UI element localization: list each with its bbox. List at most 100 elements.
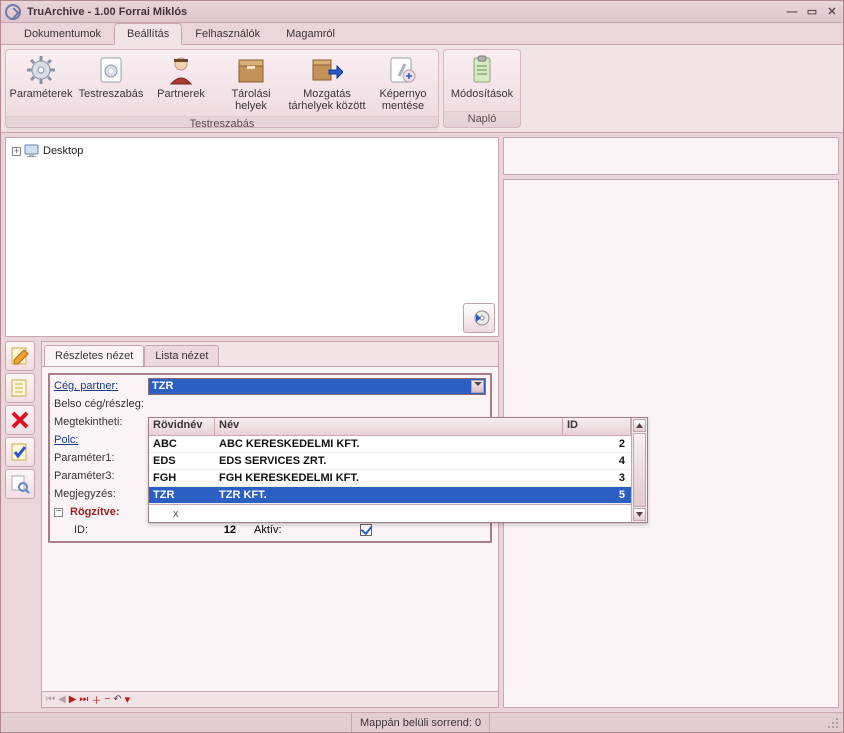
cell-short: ABC	[149, 438, 215, 450]
cell-id: 2	[563, 438, 631, 450]
param1-label: Paraméter1:	[54, 452, 144, 464]
nav-undo[interactable]: ↶	[113, 694, 121, 705]
nav-add[interactable]: ＋	[91, 692, 101, 707]
note-edit-icon	[10, 378, 30, 398]
dropdown-row[interactable]: EDSEDS SERVICES ZRT.4	[149, 453, 631, 470]
dropdown-header: Rövidnév Név ID	[149, 418, 631, 436]
aktiv-label: Aktív:	[254, 524, 282, 536]
ribbon-label: Mozgatás tárhelyek között	[286, 88, 368, 112]
record-navigator: ⏮ ◀ ▶ ⏭ ＋ − ↶ ▾	[42, 691, 498, 707]
ribbon-label: Partnerek	[157, 88, 205, 100]
expand-icon[interactable]: +	[12, 147, 21, 156]
menu-beallitas[interactable]: Beállítás	[114, 23, 182, 45]
ribbon-testreszabas[interactable]: Testreszabás	[76, 50, 146, 116]
note-search-icon	[10, 474, 30, 494]
tree-node-label: Desktop	[43, 145, 83, 157]
megjegyzes-label: Megjegyzés:	[54, 488, 144, 500]
polc-label[interactable]: Polc:	[54, 434, 144, 446]
ribbon-tarolasi-helyek[interactable]: Tárolási helyek	[216, 50, 286, 116]
person-icon	[165, 54, 197, 86]
ribbon-label: Képernyo mentése	[368, 88, 438, 112]
tool-column	[5, 341, 37, 708]
ceg-partner-combo[interactable]: TZR	[148, 378, 486, 395]
clipboard-icon	[466, 54, 498, 86]
gear-icon	[25, 54, 57, 86]
tool-delete[interactable]	[5, 405, 35, 435]
cell-name: TZR KFT.	[215, 489, 563, 501]
col-rovidnev[interactable]: Rövidnév	[149, 418, 215, 435]
dropdown-row[interactable]: ABCABC KERESKEDELMI KFT.2	[149, 436, 631, 453]
note-check-icon	[10, 442, 30, 462]
dropdown-close-x[interactable]: x	[173, 508, 179, 520]
tool-new[interactable]	[5, 341, 35, 371]
nav-first[interactable]: ⏮	[46, 694, 55, 705]
titlebar: TruArchive - 1.00 Forrai Miklós — ▭ ✕	[1, 1, 843, 23]
collapse-icon[interactable]: −	[54, 508, 63, 517]
ribbon-label: Paraméterek	[10, 88, 73, 100]
aktiv-checkbox[interactable]	[360, 524, 372, 536]
box-icon	[235, 54, 267, 86]
tab-lista[interactable]: Lista nézet	[144, 345, 219, 367]
tool-search[interactable]	[5, 469, 35, 499]
menu-magamrol[interactable]: Magamról	[273, 23, 348, 44]
detail-body: Cég, partner: TZR Belso cég/részleg: Meg…	[42, 366, 498, 691]
cell-name: EDS SERVICES ZRT.	[215, 455, 563, 467]
cell-id: 4	[563, 455, 631, 467]
ribbon-kepernyo-mentese[interactable]: Képernyo mentése	[368, 50, 438, 116]
screen-save-icon	[387, 54, 419, 86]
col-id[interactable]: ID	[563, 418, 631, 435]
nav-last[interactable]: ⏭	[79, 694, 88, 705]
cell-short: EDS	[149, 455, 215, 467]
tab-reszletes[interactable]: Részletes nézet	[44, 345, 144, 367]
dropdown-row[interactable]: TZRTZR KFT.5	[149, 487, 631, 504]
detail-row: Részletes nézet Lista nézet Cég, partner…	[5, 341, 499, 708]
nav-prev[interactable]: ◀	[58, 694, 66, 705]
ribbon-modositasok[interactable]: Módosítások	[444, 50, 520, 111]
box-arrow-icon	[311, 54, 343, 86]
ceg-partner-label[interactable]: Cég, partner:	[54, 380, 144, 392]
ribbon-label: Testreszabás	[79, 88, 144, 100]
belso-label: Belso cég/részleg:	[54, 398, 144, 410]
ribbon-group-naplo: Módosítások Napló	[443, 49, 521, 128]
partner-dropdown: Rövidnév Név ID ABCABC KERESKEDELMI KFT.…	[148, 417, 648, 523]
scroll-thumb[interactable]	[633, 433, 646, 507]
app-icon	[5, 4, 21, 20]
tool-edit[interactable]	[5, 373, 35, 403]
cell-id: 3	[563, 472, 631, 484]
resize-grip-icon[interactable]	[825, 715, 841, 731]
tree-root[interactable]: + Desktop	[12, 144, 492, 158]
status-bar: Mappán belüli sorrend: 0	[1, 712, 843, 732]
cell-short: TZR	[149, 489, 215, 501]
ribbon-group-label: Testreszabás	[6, 116, 438, 132]
menu-felhasznalok[interactable]: Felhasználók	[182, 23, 273, 44]
tree-panel: + Desktop	[5, 137, 499, 337]
window-title: TruArchive - 1.00 Forrai Miklós	[27, 6, 785, 18]
col-nev[interactable]: Név	[215, 418, 563, 435]
close-button[interactable]: ✕	[825, 5, 839, 19]
scroll-down-icon[interactable]	[633, 508, 646, 521]
ceg-partner-value: TZR	[152, 380, 173, 392]
nav-remove[interactable]: −	[104, 694, 110, 705]
dropdown-arrow-icon[interactable]	[471, 380, 484, 393]
scroll-up-icon[interactable]	[633, 419, 646, 432]
app-window: TruArchive - 1.00 Forrai Miklós — ▭ ✕ Do…	[0, 0, 844, 733]
maximize-button[interactable]: ▭	[805, 5, 819, 19]
nav-filter[interactable]: ▾	[125, 693, 131, 706]
dropdown-scrollbar[interactable]	[631, 418, 647, 522]
nav-next[interactable]: ▶	[69, 694, 77, 705]
dropdown-row[interactable]: FGHFGH KERESKEDELMI KFT.3	[149, 470, 631, 487]
disk-load-button[interactable]	[463, 303, 495, 333]
dropdown-footer: x	[149, 504, 631, 522]
tool-confirm[interactable]	[5, 437, 35, 467]
detail-panel: Részletes nézet Lista nézet Cég, partner…	[41, 341, 499, 708]
minimize-button[interactable]: —	[785, 5, 799, 19]
ribbon-mozgatas[interactable]: Mozgatás tárhelyek között	[286, 50, 368, 116]
menu-dokumentumok[interactable]: Dokumentumok	[11, 23, 114, 44]
note-pencil-icon	[10, 346, 30, 366]
ribbon-parameterek[interactable]: Paraméterek	[6, 50, 76, 116]
ribbon: Paraméterek Testreszabás Partnerek Tárol…	[1, 45, 843, 133]
delete-x-icon	[10, 410, 30, 430]
rogzitve-label: Rögzítve:	[70, 506, 120, 518]
ribbon-partnerek[interactable]: Partnerek	[146, 50, 216, 116]
detail-tabs: Részletes nézet Lista nézet	[42, 342, 498, 366]
